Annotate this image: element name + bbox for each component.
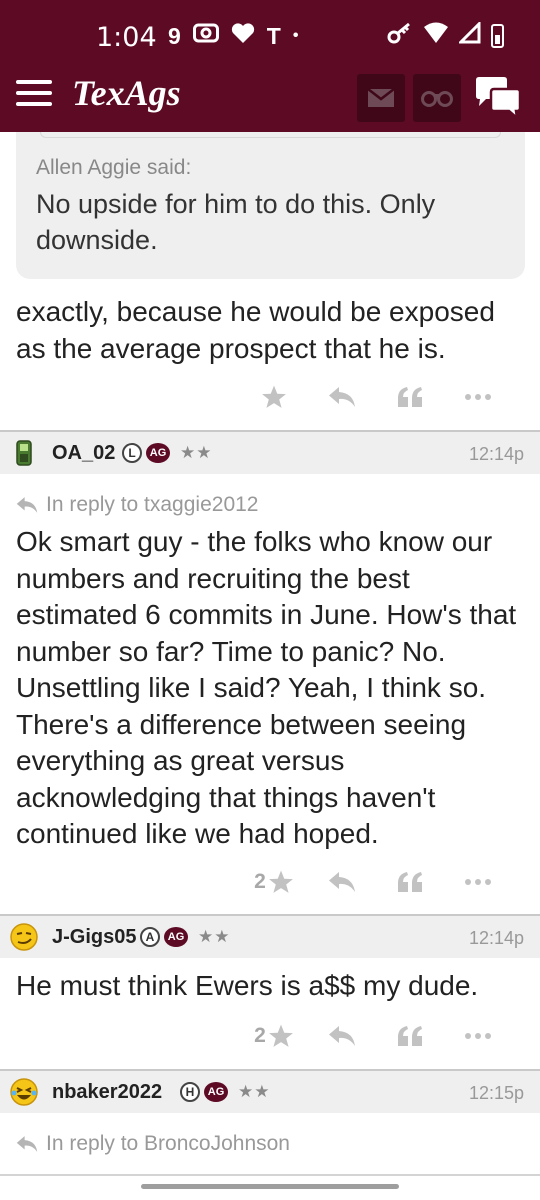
reply-icon — [16, 497, 38, 513]
star-button[interactable]: 2 — [240, 862, 308, 902]
more-icon — [465, 879, 491, 885]
reply-to-link[interactable]: In reply to txaggie2012 — [16, 493, 258, 517]
divider — [0, 1174, 540, 1176]
binoculars-icon — [421, 91, 453, 107]
status-time: 1:04 — [96, 22, 157, 53]
post-body: He must think Ewers is a$$ my dude. — [16, 970, 479, 1001]
quote-button[interactable] — [376, 862, 444, 902]
reply-icon — [329, 1026, 355, 1046]
more-icon — [465, 1033, 491, 1039]
home-indicator[interactable] — [141, 1184, 399, 1189]
username[interactable]: J-Gigs05 — [52, 926, 136, 949]
rank-stars: ★★ — [198, 927, 231, 946]
menu-icon[interactable] — [16, 80, 52, 108]
app-header: 1:04 9 T • TexAgs — [0, 0, 540, 132]
texags-logo[interactable]: TexAgs — [72, 72, 181, 114]
post-actions: 2 — [240, 1016, 512, 1056]
quote-button[interactable] — [376, 1016, 444, 1056]
key-icon — [387, 22, 413, 50]
notification-9-icon: 9 — [168, 22, 181, 49]
phone-avatar-icon[interactable] — [8, 438, 40, 468]
laughing-emoji-avatar-icon[interactable] — [8, 1077, 40, 1107]
thread-content: Allen Aggie said: No upside for him to d… — [0, 132, 540, 1200]
star-button[interactable] — [240, 377, 308, 417]
reply-button[interactable] — [308, 1016, 376, 1056]
reply-to-text: In reply to BroncoJohnson — [46, 1132, 290, 1155]
star-count: 2 — [254, 1024, 266, 1047]
status-notification-icons: 9 T • — [168, 22, 298, 50]
cell-signal-icon — [457, 20, 481, 50]
quote-icon — [398, 872, 422, 892]
binoculars-button[interactable] — [413, 74, 461, 122]
star-button[interactable]: 2 — [240, 1016, 308, 1056]
user-badges: H AG ★★ — [180, 1082, 270, 1102]
chat-bubbles-icon[interactable] — [474, 76, 522, 122]
quote-button[interactable] — [376, 377, 444, 417]
dot-icon: • — [292, 27, 299, 44]
star-count: 2 — [254, 870, 266, 893]
reply-icon — [329, 872, 355, 892]
badge-letter: H — [180, 1082, 200, 1102]
rank-stars: ★★ — [180, 443, 213, 462]
battery-icon — [491, 24, 504, 48]
reply-button[interactable] — [308, 862, 376, 902]
star-icon — [262, 385, 286, 408]
post-time: 12:14p — [468, 444, 524, 464]
reply-icon — [329, 387, 355, 407]
heart-icon — [231, 22, 255, 50]
status-system-icons — [387, 20, 504, 50]
more-button[interactable] — [444, 377, 512, 417]
badge-ag: AG — [164, 927, 188, 947]
rank-stars: ★★ — [238, 1082, 271, 1101]
post-header: nbaker2022 H AG ★★ 12:15p — [0, 1069, 540, 1113]
nested-quote-edge — [40, 132, 501, 138]
wifi-icon — [423, 22, 449, 50]
post-actions: 2 — [240, 862, 512, 902]
reply-button[interactable] — [308, 377, 376, 417]
reply-icon — [16, 1136, 38, 1152]
post-actions — [240, 377, 512, 417]
post-header: J-Gigs05 A AG ★★ 12:14p — [0, 914, 540, 958]
more-button[interactable] — [444, 862, 512, 902]
quote-text: No upside for him to do this. Only downs… — [36, 189, 436, 255]
badge-ag: AG — [204, 1082, 228, 1102]
reply-to-text: In reply to txaggie2012 — [46, 493, 259, 516]
post-body: Ok smart guy - the folks who know our nu… — [16, 526, 517, 849]
star-icon — [268, 870, 293, 893]
post-header: OA_02 L AG ★★ 12:14p — [0, 430, 540, 474]
reply-to-link[interactable]: In reply to BroncoJohnson — [16, 1132, 290, 1156]
mail-button[interactable] — [357, 74, 405, 122]
smirk-emoji-avatar-icon[interactable] — [8, 922, 40, 952]
quote-attribution: Allen Aggie said: — [36, 156, 192, 179]
user-badges: A AG ★★ — [140, 927, 230, 947]
badge-letter: L — [122, 443, 142, 463]
post-time: 12:14p — [468, 928, 524, 948]
t-mobile-icon: T — [266, 22, 281, 49]
quote-icon — [398, 387, 422, 407]
more-icon — [465, 394, 491, 400]
post-time: 12:15p — [468, 1083, 524, 1103]
username[interactable]: nbaker2022 — [52, 1081, 162, 1104]
user-badges: L AG ★★ — [122, 443, 212, 463]
post-body: exactly, because he would be exposed as … — [16, 296, 495, 364]
radio-icon — [192, 22, 219, 50]
mail-icon — [367, 88, 395, 107]
status-bar: 1:04 9 T • — [0, 0, 540, 70]
quote-box: Allen Aggie said: No upside for him to d… — [16, 132, 525, 279]
star-icon — [268, 1024, 293, 1047]
username[interactable]: OA_02 — [52, 442, 115, 465]
badge-letter: A — [140, 927, 160, 947]
badge-ag: AG — [146, 443, 170, 463]
quote-icon — [398, 1026, 422, 1046]
more-button[interactable] — [444, 1016, 512, 1056]
